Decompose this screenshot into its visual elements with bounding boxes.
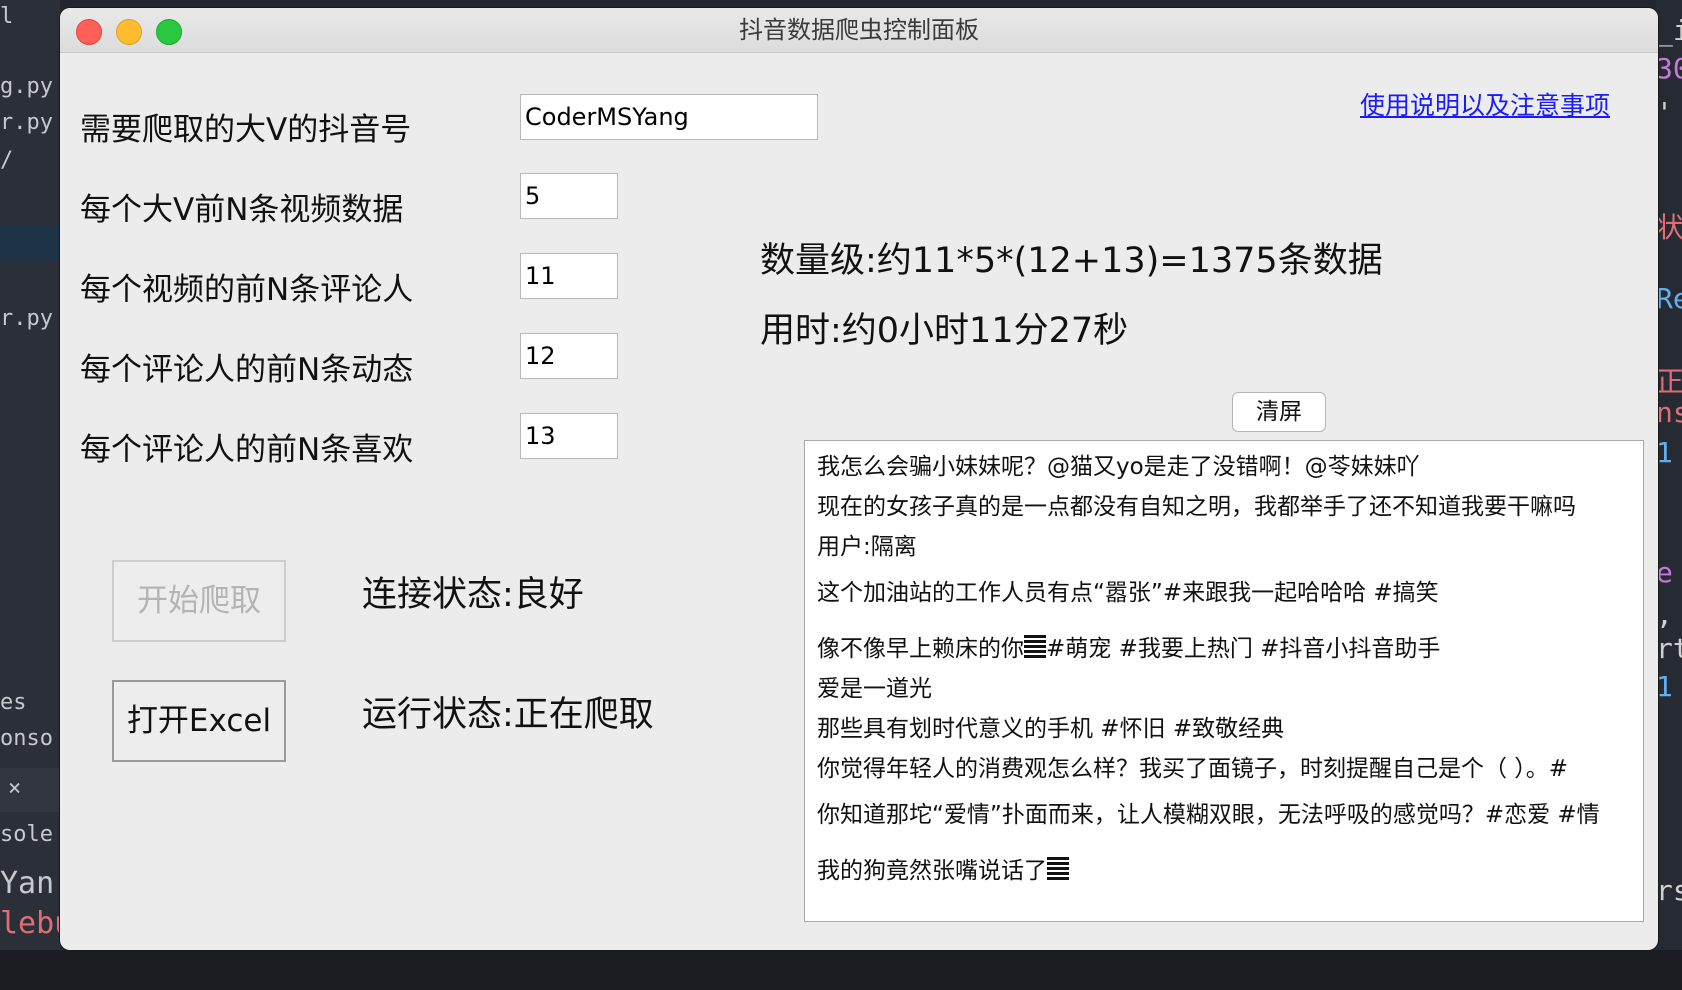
- log-line-with-emoji: 像不像早上赖床的你 #萌宠 #我要上热门 #抖音小抖音助手: [817, 629, 1440, 663]
- bg-text: 1: [1656, 436, 1673, 469]
- douyin-id-label: 需要爬取的大V的抖音号: [80, 112, 412, 148]
- bg-text: 状: [1656, 211, 1682, 244]
- bg-text: sole: [0, 822, 53, 847]
- log-text: #萌宠 #我要上热门 #抖音小抖音助手: [1046, 636, 1441, 662]
- bg-text: /: [0, 148, 14, 173]
- post-count-label: 每个评论人的前N条动态: [80, 352, 414, 388]
- help-link[interactable]: 使用说明以及注意事项: [1360, 86, 1610, 122]
- title-bar[interactable]: 抖音数据爬虫控制面板: [60, 8, 1658, 53]
- background-editor-left: l g.py r.py / r.py es onso × sole Yan le…: [0, 0, 72, 990]
- log-output[interactable]: 我怎么会骗小妹妹呢？@猫又yo是走了没错啊！@苓妹妹吖 现在的女孩子真的是一点都…: [804, 440, 1644, 922]
- log-line: 用户:隔离: [817, 534, 917, 560]
- commenter-count-input[interactable]: 11: [520, 253, 618, 299]
- commenter-count-label: 每个视频的前N条评论人: [80, 272, 414, 308]
- log-text: 像不像早上赖床的你: [817, 636, 1024, 662]
- douyin-id-input[interactable]: CoderMSYang: [520, 94, 818, 140]
- log-line: 你知道那坨“爱情”扑面而来，让人模糊双眼，无法呼吸的感觉吗？#恋爱 #情: [817, 802, 1600, 828]
- post-count-input[interactable]: 12: [520, 333, 618, 379]
- log-line: 我怎么会骗小妹妹呢？@猫又yo是走了没错啊！@苓妹妹吖: [817, 454, 1420, 480]
- bg-text: l: [0, 4, 14, 29]
- emoji-placeholder-icon: [1047, 857, 1069, 881]
- bg-text: _i: [1656, 14, 1682, 47]
- bg-text: es: [0, 690, 27, 715]
- open-excel-button[interactable]: 打开Excel: [112, 680, 286, 762]
- time-estimate: 用时:约0小时11分27秒: [760, 311, 1129, 351]
- log-line: 现在的女孩子真的是一点都没有自知之明，我都举手了还不知道我要干嘛吗: [817, 494, 1576, 520]
- bg-text: 1: [1656, 670, 1673, 703]
- bg-text: 正: [1656, 365, 1682, 398]
- bg-text: e: [1656, 556, 1673, 589]
- bg-text: Yan: [0, 866, 55, 901]
- like-count-label: 每个评论人的前N条喜欢: [80, 432, 414, 468]
- log-line: 那些具有划时代意义的手机 #怀旧 #致敬经典: [817, 716, 1285, 742]
- background-status-bar: [0, 950, 1682, 990]
- bg-text: ,: [1656, 598, 1673, 631]
- running-status: 运行状态:正在爬取: [362, 695, 654, 735]
- close-icon: ×: [8, 776, 22, 801]
- window-title: 抖音数据爬虫控制面板: [739, 16, 979, 44]
- bg-text: Re: [1656, 282, 1682, 315]
- video-count-label: 每个大V前N条视频数据: [80, 192, 404, 228]
- log-text: 我的狗竟然张嘴说话了: [817, 858, 1047, 884]
- bg-text: rt: [1656, 632, 1682, 665]
- bg-text: r.py: [0, 110, 53, 135]
- like-count-input[interactable]: 13: [520, 413, 618, 459]
- emoji-placeholder-icon: [1024, 635, 1046, 659]
- start-crawl-button[interactable]: 开始爬取: [112, 560, 286, 642]
- log-line: 你觉得年轻人的消费观怎么样？我买了面镜子，时刻提醒自己是个（ ）。#: [817, 756, 1569, 782]
- quantity-estimate: 数量级:约11*5*(12+13)=1375条数据: [760, 241, 1383, 281]
- video-count-input[interactable]: 5: [520, 173, 618, 219]
- log-line: 爱是一道光: [817, 676, 932, 702]
- app-window: 抖音数据爬虫控制面板 需要爬取的大V的抖音号 每个大V前N条视频数据 每个视频的…: [60, 8, 1658, 950]
- clear-screen-button[interactable]: 清屏: [1232, 392, 1326, 432]
- background-editor-right: _i 30 ' Re 状 正 ns 1 e , rt 1 rs: [1656, 0, 1682, 990]
- bg-text: r.py: [0, 306, 53, 331]
- bg-text: 30: [1656, 52, 1682, 85]
- connection-status: 连接状态:良好: [362, 575, 584, 615]
- log-line: 这个加油站的工作人员有点“嚣张”#来跟我一起哈哈哈 #搞笑: [817, 580, 1439, 606]
- log-line-with-emoji: 我的狗竟然张嘴说话了: [817, 851, 1069, 885]
- bg-text: ': [1656, 96, 1673, 129]
- bg-text: ns: [1656, 396, 1682, 429]
- bg-text: onso: [0, 726, 53, 751]
- bg-text: rs: [1656, 874, 1682, 907]
- background-selection: [0, 226, 60, 262]
- bg-text: g.py: [0, 74, 53, 99]
